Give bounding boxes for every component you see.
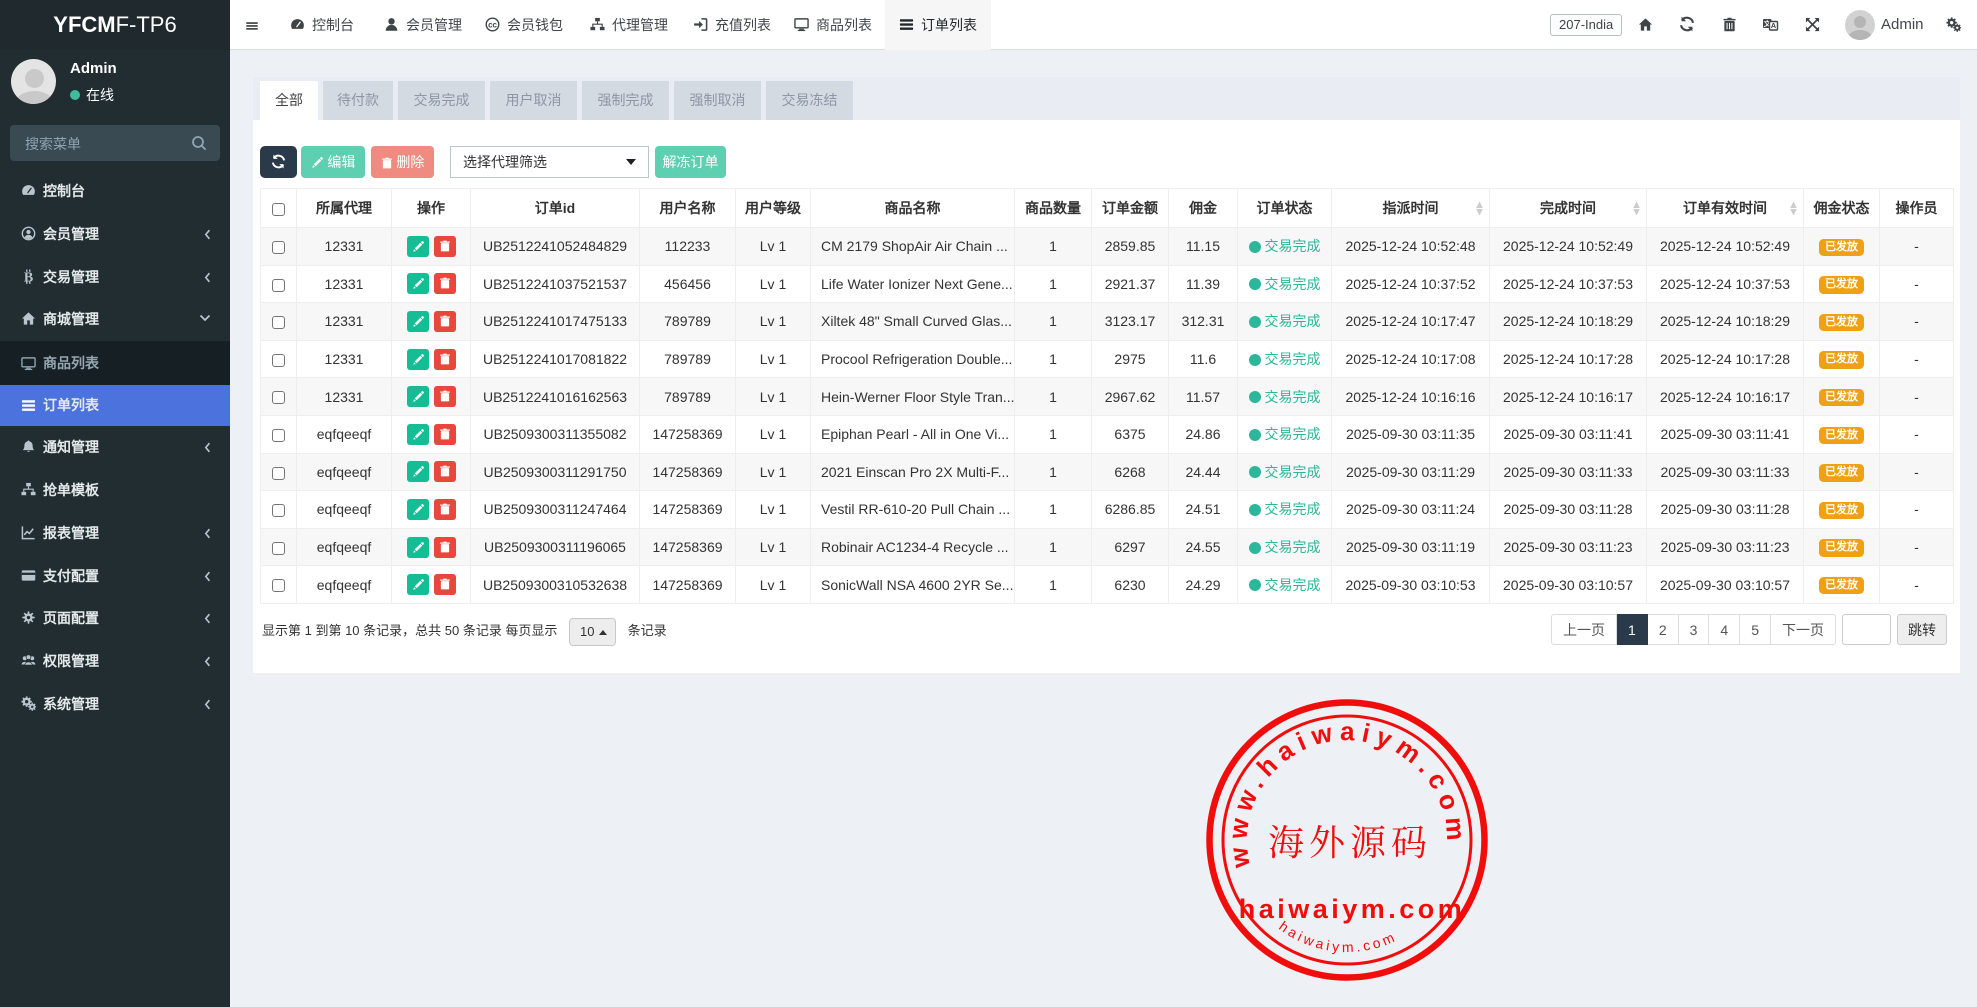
svg-text:B: B bbox=[24, 269, 33, 283]
svg-text:A: A bbox=[1771, 21, 1777, 30]
svg-text:海外源码: 海外源码 bbox=[1268, 823, 1432, 863]
svg-text:haiwaiym.com: haiwaiym.com bbox=[1239, 894, 1466, 924]
svg-text:cc: cc bbox=[488, 20, 497, 29]
